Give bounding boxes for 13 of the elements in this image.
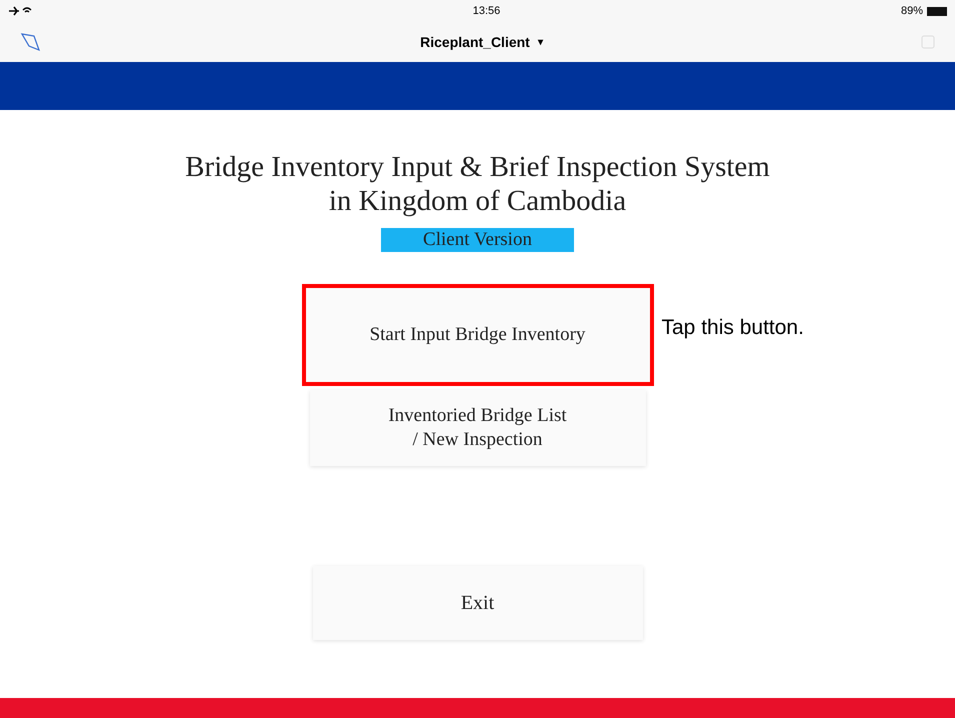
menu-button[interactable]: Inventoried Bridge List / New Inspection xyxy=(310,390,646,466)
callout-text: Tap this button. xyxy=(662,315,804,341)
exit-button[interactable]: Exit xyxy=(312,566,642,640)
status-time: 13:56 xyxy=(472,4,500,19)
app-title: Bridge Inventory Input & Brief Inspection System xyxy=(185,150,770,184)
nav-title-dropdown[interactable]: Riceplant_Client ▾ xyxy=(420,32,543,52)
airplane-wifi-icon xyxy=(8,6,32,16)
app-title: in Kingdom of Cambodia xyxy=(328,184,626,218)
version-badge: Client Version xyxy=(381,228,574,252)
battery-percent: 89% xyxy=(900,4,923,19)
battery-icon xyxy=(927,6,947,16)
map-icon[interactable] xyxy=(20,31,42,53)
menu-button[interactable]: Start Input Bridge Inventory xyxy=(302,284,654,386)
